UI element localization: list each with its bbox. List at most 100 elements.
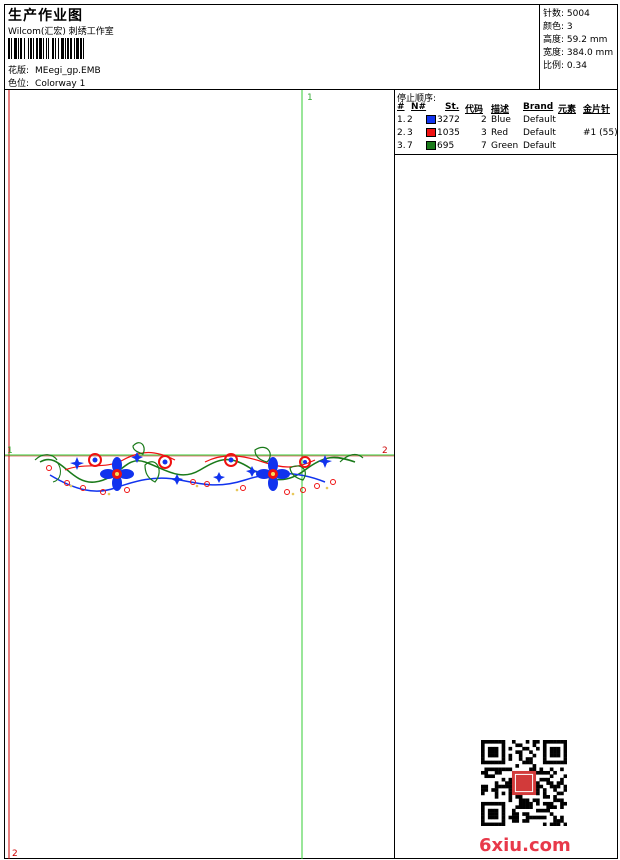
row-sequin: #1 (55)	[583, 128, 618, 138]
qr-module	[556, 760, 561, 765]
header-brand: Brand	[523, 102, 554, 112]
qr-module	[515, 764, 520, 768]
stop-sequence-header: # N# St. 代码 描述 Brand 元素 金片针	[395, 102, 617, 115]
header-num: #	[397, 102, 405, 112]
qr-module	[518, 805, 523, 809]
qr-module	[525, 746, 530, 751]
row-brand: Default	[523, 128, 556, 138]
qr-module	[498, 760, 502, 765]
qr-module	[546, 740, 550, 744]
colorway-value: Colorway 1	[35, 79, 86, 89]
qr-module	[501, 819, 506, 823]
qr-module	[501, 784, 506, 789]
qr-module	[505, 767, 509, 772]
qr-module	[508, 753, 513, 758]
qr-module	[491, 812, 495, 816]
qr-module	[542, 750, 547, 754]
qr-module	[518, 801, 523, 806]
qr-module	[491, 767, 495, 772]
barcode-bar	[84, 38, 86, 59]
header-element: 元素	[558, 105, 577, 115]
qr-module	[511, 740, 516, 744]
qr-module	[563, 750, 567, 754]
qr-module	[505, 784, 509, 789]
qr-module	[491, 822, 495, 826]
qr-module	[556, 822, 561, 826]
qr-module	[498, 767, 502, 772]
design-filename: MEegi_gp.EMB	[35, 66, 101, 76]
qr-module	[491, 746, 495, 751]
qr-module	[515, 815, 520, 820]
qr-module	[529, 750, 533, 754]
qr-module	[556, 781, 561, 785]
row-description: Blue	[491, 115, 511, 125]
qr-module	[549, 822, 554, 826]
qr-module	[487, 746, 492, 751]
qr-module	[560, 781, 564, 785]
header-code: 代码	[465, 105, 484, 115]
marker-bottom-2: 2	[12, 849, 18, 859]
qr-module	[525, 798, 530, 803]
qr-module	[529, 815, 533, 820]
qr-module	[536, 815, 540, 820]
qr-module	[518, 753, 523, 758]
qr-module	[525, 757, 530, 761]
qr-module	[484, 774, 489, 779]
qr-module	[487, 808, 492, 813]
qr-module	[487, 760, 492, 765]
qr-module	[481, 740, 485, 744]
qr-module	[508, 784, 513, 789]
qr-module	[487, 753, 492, 758]
qr-module	[498, 801, 502, 806]
qr-module	[481, 805, 485, 809]
qr-module	[494, 753, 499, 758]
qr-module	[563, 746, 567, 751]
qr-module	[549, 812, 554, 816]
qr-module	[553, 798, 557, 803]
marker-top-1: 1	[307, 93, 313, 103]
stop-sequence-panel: 停止顺序: # N# St. 代码 描述 Brand 元素 金片针 1. 2 327…	[395, 90, 618, 155]
qr-module	[546, 760, 550, 765]
qr-module	[484, 822, 489, 826]
qr-module	[542, 770, 547, 775]
qr-module	[560, 815, 564, 820]
qr-module	[525, 819, 530, 823]
qr-module	[549, 740, 554, 744]
qr-module	[563, 740, 567, 744]
qr-module	[487, 750, 492, 754]
qr-module	[560, 805, 564, 809]
qr-module	[542, 808, 547, 813]
row-code: 2	[481, 115, 487, 125]
qr-module	[563, 757, 567, 761]
qr-module	[501, 757, 506, 761]
qr-module	[549, 781, 554, 785]
qr-module	[491, 774, 495, 779]
header-sequin: 金片针	[583, 105, 611, 115]
qr-module	[522, 746, 526, 751]
design-label: 花版:	[8, 66, 30, 76]
qr-module	[487, 812, 492, 816]
qr-module	[481, 753, 485, 758]
qr-module	[556, 784, 561, 789]
stat-height: 高度: 59.2 mm	[543, 35, 608, 45]
qr-module	[542, 788, 547, 792]
stat-scale: 比例: 0.34	[543, 61, 587, 71]
qr-module	[549, 805, 554, 809]
qr-module	[536, 791, 540, 796]
qr-module	[501, 822, 506, 826]
site-watermark: 6xiu.com	[479, 835, 571, 856]
row-needle: 2	[407, 115, 413, 125]
qr-module	[522, 819, 526, 823]
qr-module	[484, 788, 489, 792]
qr-module	[549, 801, 554, 806]
qr-module	[501, 750, 506, 754]
row-needle: 3	[407, 128, 413, 138]
qr-module	[529, 805, 533, 809]
qr-module	[542, 801, 547, 806]
qr-module	[491, 801, 495, 806]
qr-module	[560, 740, 564, 744]
qr-module	[522, 805, 526, 809]
qr-module	[553, 770, 557, 775]
qr-module	[494, 781, 499, 785]
row-stitches: 3272	[437, 115, 460, 125]
